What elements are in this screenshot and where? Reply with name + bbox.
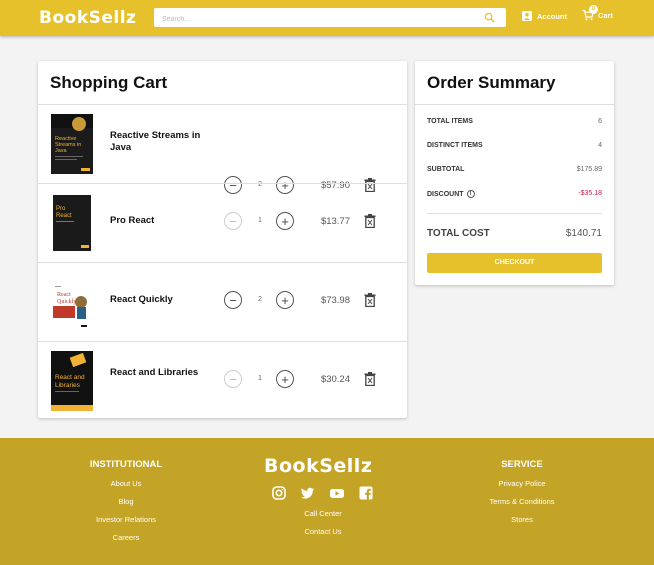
footer: INSTITUTIONAL About Us Blog Investor Rel… — [0, 438, 654, 565]
subtotal-label: SUBTOTAL — [427, 166, 465, 173]
book-cover-image[interactable]: React Quickly — [51, 272, 93, 332]
increase-qty-button[interactable]: + — [276, 370, 294, 388]
footer-logo[interactable]: BookSellz — [264, 455, 372, 477]
info-icon[interactable]: i — [466, 190, 475, 198]
item-title[interactable]: React Quickly — [110, 294, 202, 306]
footer-service: SERVICE Privacy Police Terms & Condition… — [472, 459, 572, 533]
delete-icon[interactable] — [364, 372, 376, 386]
svg-text:React: React — [56, 213, 72, 219]
item-title[interactable]: Reactive Streams in Java — [110, 130, 202, 154]
divider — [415, 104, 614, 105]
item-title[interactable]: React and Libraries — [110, 367, 202, 379]
divider — [427, 213, 602, 214]
svg-text:Libraries: Libraries — [55, 382, 81, 389]
footer-link-privacy[interactable]: Privacy Police — [472, 479, 572, 488]
footer-heading: INSTITUTIONAL — [89, 459, 163, 470]
search-input[interactable] — [154, 10, 474, 29]
summary-title: Order Summary — [427, 73, 556, 92]
youtube-icon[interactable] — [330, 486, 344, 500]
cart-label: Cart — [598, 10, 614, 20]
search-bar — [154, 8, 506, 29]
svg-text:Java: Java — [55, 148, 68, 154]
item-qty: 2 — [258, 296, 262, 303]
svg-text:Pro: Pro — [56, 206, 66, 212]
instagram-icon[interactable] — [272, 486, 286, 500]
item-price: $13.77 — [320, 216, 350, 227]
cart-button[interactable]: 0 Cart — [582, 5, 614, 21]
book-cover-image[interactable]: React and Libraries — [51, 351, 93, 411]
delete-icon[interactable] — [364, 293, 376, 307]
minus-icon: − — [229, 292, 237, 308]
minus-icon: − — [229, 213, 237, 229]
plus-icon: + — [281, 292, 289, 308]
item-price: $30.24 — [320, 374, 350, 385]
checkout-button[interactable]: CHECKOUT — [427, 253, 602, 273]
cart-item-row: Pro React Pro React − 1 + $13.77 — [38, 183, 407, 262]
footer-heading: SERVICE — [501, 459, 543, 470]
distinct-items-label: DISTINCT ITEMS — [427, 142, 483, 149]
cart-title: Shopping Cart — [50, 73, 168, 92]
total-items-value: 6 — [598, 118, 602, 125]
footer-link-blog[interactable]: Blog — [80, 497, 172, 506]
social-links — [272, 486, 388, 500]
discount-value: -$35.18 — [578, 190, 602, 197]
distinct-items-value: 4 — [598, 142, 602, 149]
brand-logo[interactable]: BookSellz — [39, 8, 136, 28]
account-icon — [522, 11, 532, 21]
search-icon[interactable] — [484, 12, 495, 23]
item-qty: 1 — [258, 375, 262, 382]
account-button[interactable]: Account — [522, 11, 567, 21]
decrease-qty-button[interactable]: − — [224, 370, 242, 388]
plus-icon: + — [281, 213, 289, 229]
delete-icon[interactable] — [364, 214, 376, 228]
footer-middle-links: Call Center Contact Us — [293, 509, 353, 545]
twitter-icon[interactable] — [301, 486, 315, 500]
cart-item-row: React Quickly React Quickly − 2 + $73.98 — [38, 262, 407, 341]
item-qty: 1 — [258, 217, 262, 224]
decrease-qty-button[interactable]: − — [224, 291, 242, 309]
footer-link-stores[interactable]: Stores — [472, 515, 572, 524]
svg-text:React and: React and — [55, 374, 85, 381]
order-summary-panel: Order Summary TOTAL ITEMS 6 DISTINCT ITE… — [415, 61, 614, 285]
book-cover-image[interactable]: Reactive Streams in Java — [51, 114, 93, 174]
footer-link-contact-us[interactable]: Contact Us — [293, 527, 353, 536]
minus-icon: − — [229, 371, 237, 387]
book-cover-image[interactable]: Pro React — [51, 193, 93, 253]
subtotal-value: $175.89 — [576, 166, 602, 173]
shopping-cart-panel: Shopping Cart Reactive Streams in Java Rea… — [38, 61, 407, 418]
item-price: $73.98 — [320, 295, 350, 306]
increase-qty-button[interactable]: + — [276, 291, 294, 309]
total-cost-value: $140.71 — [565, 228, 602, 239]
footer-link-investor-relations[interactable]: Investor Relations — [80, 515, 172, 524]
cart-icon: 0 — [582, 5, 598, 21]
item-title[interactable]: Pro React — [110, 215, 202, 227]
footer-link-call-center[interactable]: Call Center — [293, 509, 353, 518]
cart-item-row: React and Libraries React and Libraries −… — [38, 341, 407, 420]
total-cost-label: TOTAL COST — [427, 228, 490, 239]
account-label: Account — [537, 11, 567, 21]
total-items-label: TOTAL ITEMS — [427, 118, 473, 125]
plus-icon: + — [281, 371, 289, 387]
svg-text:React: React — [57, 292, 71, 298]
cart-count-badge: 0 — [589, 5, 598, 14]
footer-institutional: INSTITUTIONAL About Us Blog Investor Rel… — [80, 459, 172, 551]
svg-text:Quickly: Quickly — [57, 299, 76, 305]
top-header: BookSellz Account 0 Cart — [0, 0, 654, 36]
decrease-qty-button[interactable]: − — [224, 212, 242, 230]
footer-link-about[interactable]: About Us — [80, 479, 172, 488]
cart-item-row: Reactive Streams in Java Reactive Streams … — [38, 104, 407, 194]
footer-link-careers[interactable]: Careers — [80, 533, 172, 542]
facebook-icon[interactable] — [359, 486, 373, 500]
footer-link-terms[interactable]: Terms & Conditions — [472, 497, 572, 506]
increase-qty-button[interactable]: + — [276, 212, 294, 230]
discount-label-wrap: DISCOUNT i — [427, 190, 475, 198]
discount-label: DISCOUNT — [427, 190, 464, 198]
